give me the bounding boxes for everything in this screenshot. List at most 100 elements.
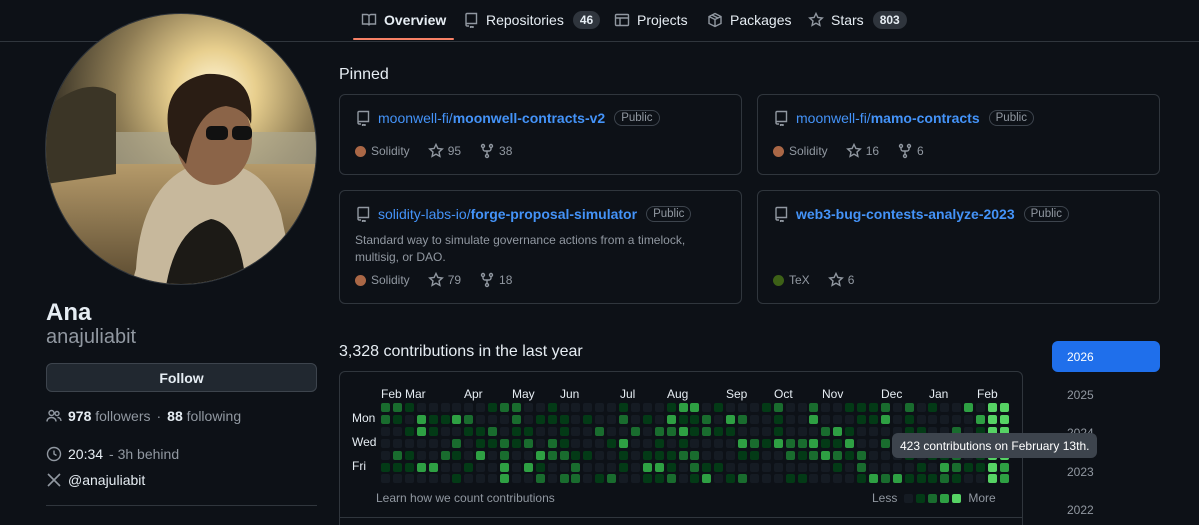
contribution-day-cell[interactable] <box>714 474 724 484</box>
contribution-day-cell[interactable] <box>738 426 747 436</box>
contribution-day-cell[interactable] <box>987 414 997 424</box>
contribution-day-cell[interactable] <box>511 403 521 412</box>
contribution-day-cell[interactable] <box>464 438 474 448</box>
contribution-day-cell[interactable] <box>833 403 843 412</box>
contribution-day-cell[interactable] <box>999 403 1009 412</box>
contribution-day-cell[interactable] <box>464 474 474 484</box>
contribution-day-cell[interactable] <box>404 403 414 412</box>
contribution-day-cell[interactable] <box>535 403 545 412</box>
contribution-day-cell[interactable] <box>381 403 390 412</box>
contribution-day-cell[interactable] <box>987 403 997 412</box>
contribution-day-cell[interactable] <box>523 403 533 412</box>
contribution-day-cell[interactable] <box>619 438 628 448</box>
contribution-day-cell[interactable] <box>488 450 498 460</box>
contribution-day-cell[interactable] <box>452 403 462 412</box>
contribution-day-cell[interactable] <box>987 462 997 472</box>
follow-button[interactable]: Follow <box>46 363 317 392</box>
contribution-day-cell[interactable] <box>404 462 414 472</box>
contribution-day-cell[interactable] <box>964 414 974 424</box>
contribution-day-cell[interactable] <box>797 414 807 424</box>
contribution-day-cell[interactable] <box>964 462 974 472</box>
contribution-day-cell[interactable] <box>559 414 569 424</box>
contribution-day-cell[interactable] <box>595 414 605 424</box>
tab-stars[interactable]: Stars 803 <box>808 0 907 40</box>
year-filter-2025[interactable]: 2025 <box>1052 379 1160 410</box>
contribution-day-cell[interactable] <box>738 438 747 448</box>
contribution-day-cell[interactable] <box>773 462 783 472</box>
contribution-day-cell[interactable] <box>892 474 902 484</box>
contribution-day-cell[interactable] <box>749 414 759 424</box>
contribution-day-cell[interactable] <box>702 450 712 460</box>
contribution-day-cell[interactable] <box>821 426 831 436</box>
contribution-day-cell[interactable] <box>868 426 878 436</box>
contribution-day-cell[interactable] <box>749 450 759 460</box>
contribution-day-cell[interactable] <box>702 414 712 424</box>
contribution-day-cell[interactable] <box>904 474 914 484</box>
contribution-day-cell[interactable] <box>464 426 474 436</box>
contribution-day-cell[interactable] <box>500 462 509 472</box>
contribution-day-cell[interactable] <box>559 403 569 412</box>
contribution-day-cell[interactable] <box>952 462 962 472</box>
contribution-day-cell[interactable] <box>452 462 462 472</box>
contribution-day-cell[interactable] <box>583 403 593 412</box>
contribution-day-cell[interactable] <box>428 450 438 460</box>
contribution-day-cell[interactable] <box>785 474 795 484</box>
contribution-day-cell[interactable] <box>381 438 390 448</box>
contribution-day-cell[interactable] <box>392 414 402 424</box>
contribution-day-cell[interactable] <box>785 403 795 412</box>
contribution-day-cell[interactable] <box>964 403 974 412</box>
contribution-day-cell[interactable] <box>476 403 486 412</box>
contribution-day-cell[interactable] <box>654 403 664 412</box>
contribution-day-cell[interactable] <box>583 414 593 424</box>
contribution-day-cell[interactable] <box>559 426 569 436</box>
contribution-day-cell[interactable] <box>630 474 640 484</box>
contribution-day-cell[interactable] <box>690 438 700 448</box>
repo-link[interactable]: web3-bug-contests-analyze-2023 <box>796 206 1015 222</box>
contribution-day-cell[interactable] <box>523 438 533 448</box>
contribution-day-cell[interactable] <box>607 403 617 412</box>
contribution-day-cell[interactable] <box>571 426 581 436</box>
followers-link[interactable]: 978 followers <box>68 408 151 424</box>
contribution-day-cell[interactable] <box>428 414 438 424</box>
contribution-day-cell[interactable] <box>678 403 688 412</box>
contribution-day-cell[interactable] <box>440 474 450 484</box>
repo-link[interactable]: moonwell-fi/moonwell-contracts-v2 <box>378 110 605 126</box>
contribution-day-cell[interactable] <box>416 462 426 472</box>
contribution-day-cell[interactable] <box>440 462 450 472</box>
contribution-day-cell[interactable] <box>511 474 521 484</box>
contribution-day-cell[interactable] <box>714 438 724 448</box>
contribution-day-cell[interactable] <box>607 426 617 436</box>
contribution-day-cell[interactable] <box>476 450 486 460</box>
contribution-day-cell[interactable] <box>440 426 450 436</box>
contribution-day-cell[interactable] <box>666 403 676 412</box>
contribution-day-cell[interactable] <box>773 474 783 484</box>
contribution-day-cell[interactable] <box>500 450 509 460</box>
contribution-day-cell[interactable] <box>749 474 759 484</box>
contribution-day-cell[interactable] <box>440 414 450 424</box>
contribution-day-cell[interactable] <box>654 474 664 484</box>
contribution-day-cell[interactable] <box>690 474 700 484</box>
contribution-day-cell[interactable] <box>761 414 771 424</box>
repo-forks[interactable]: 6 <box>897 143 924 159</box>
contribution-day-cell[interactable] <box>749 438 759 448</box>
contribution-day-cell[interactable] <box>797 450 807 460</box>
contribution-day-cell[interactable] <box>440 438 450 448</box>
contribution-day-cell[interactable] <box>476 426 486 436</box>
contribution-day-cell[interactable] <box>785 462 795 472</box>
contribution-day-cell[interactable] <box>404 474 414 484</box>
contribution-day-cell[interactable] <box>559 450 569 460</box>
contribution-day-cell[interactable] <box>654 450 664 460</box>
contribution-day-cell[interactable] <box>868 414 878 424</box>
contribution-day-cell[interactable] <box>714 450 724 460</box>
contribution-day-cell[interactable] <box>964 474 974 484</box>
contribution-day-cell[interactable] <box>666 474 676 484</box>
contribution-day-cell[interactable] <box>809 438 819 448</box>
contribution-day-cell[interactable] <box>428 474 438 484</box>
contribution-day-cell[interactable] <box>690 450 700 460</box>
tab-projects[interactable]: Projects <box>614 0 688 40</box>
contribution-day-cell[interactable] <box>619 426 628 436</box>
contribution-day-cell[interactable] <box>547 474 557 484</box>
contribution-day-cell[interactable] <box>642 414 652 424</box>
contribution-day-cell[interactable] <box>559 462 569 472</box>
contribution-day-cell[interactable] <box>440 403 450 412</box>
